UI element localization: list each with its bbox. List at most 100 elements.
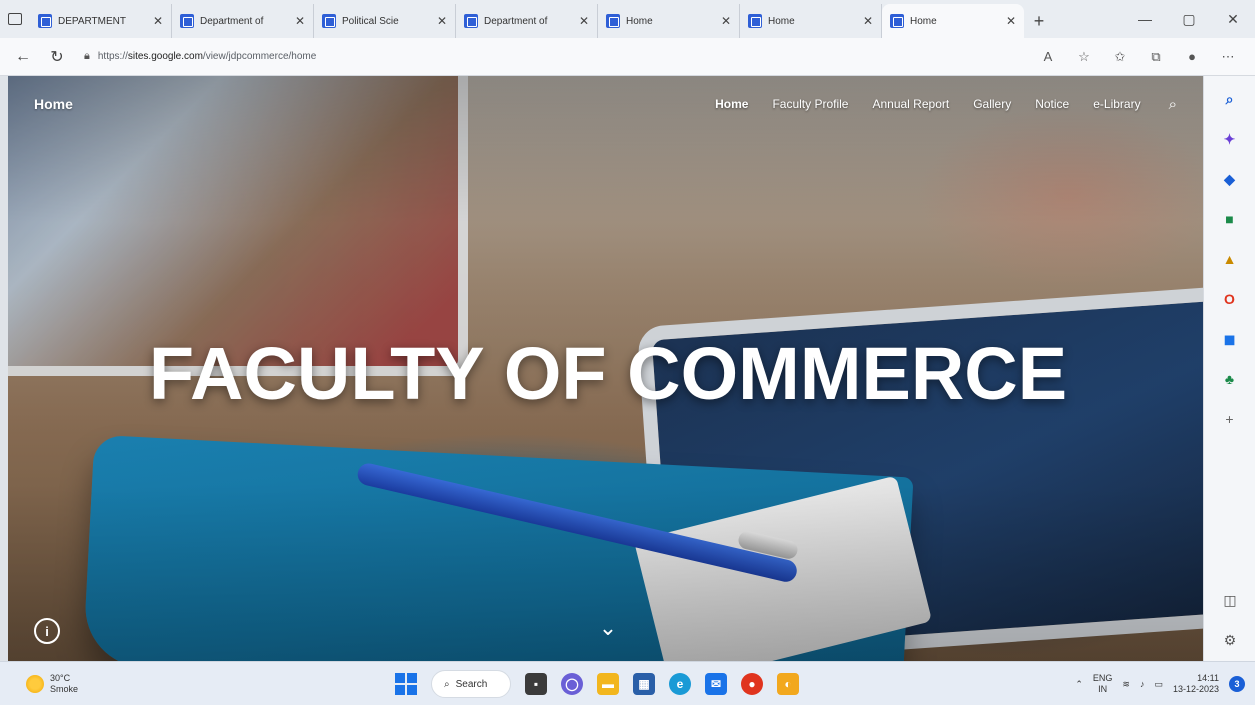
maximize-icon[interactable]: ▢: [1167, 0, 1211, 38]
more-icon[interactable]: ⋯: [1217, 46, 1239, 68]
refresh-icon[interactable]: ↻: [44, 44, 70, 70]
back-icon[interactable]: ←: [10, 44, 36, 70]
browser-tab[interactable]: Home ✕: [740, 4, 882, 38]
info-icon[interactable]: i: [34, 618, 60, 644]
sidebar-bottom: ◫ ⚙: [1204, 589, 1255, 651]
clock-date: 13-12-2023: [1172, 684, 1219, 694]
outlook-icon[interactable]: ◼: [1219, 328, 1241, 350]
language-indicator[interactable]: ENG IN: [1093, 673, 1113, 695]
search-icon[interactable]: ⌕: [1169, 96, 1177, 113]
close-window-icon[interactable]: ✕: [1211, 0, 1255, 38]
tab-title: Home: [626, 15, 653, 27]
store-icon[interactable]: ▦: [633, 673, 655, 695]
add-icon[interactable]: +: [1219, 408, 1241, 430]
tools-icon[interactable]: ■: [1219, 208, 1241, 230]
nav-link-home[interactable]: Home: [715, 97, 748, 111]
browser-tab[interactable]: DEPARTMENT ✕: [30, 4, 172, 38]
browser-tab[interactable]: Department of ✕: [172, 4, 314, 38]
language-top: ENG: [1092, 673, 1113, 683]
new-tab-button[interactable]: +: [1024, 4, 1054, 38]
windows-taskbar: 30°C Smoke ⌕ Search ▪ ◯ ▬ ▦ e ✉ ● ◐ ⌃ EN…: [0, 661, 1255, 705]
profile-icon[interactable]: ●: [1181, 46, 1203, 68]
nav-link-annual-report[interactable]: Annual Report: [872, 97, 949, 111]
shopping-icon[interactable]: ◆: [1219, 168, 1241, 190]
favorites-icon[interactable]: ✩: [1109, 46, 1131, 68]
system-tray: ⌃ ENG IN ≋ ♪ ▭ 14:11 13-12-2023 3: [1075, 668, 1245, 700]
clock-time: 14:11: [1197, 673, 1219, 683]
edge-icon[interactable]: e: [669, 673, 691, 695]
tree-icon[interactable]: ♣: [1219, 368, 1241, 390]
tab-title: Department of: [200, 15, 264, 27]
weather-temp: 30°C: [50, 672, 71, 683]
hero-title: FACULTY OF COMMERCE: [148, 332, 1068, 415]
start-icon[interactable]: [395, 673, 417, 695]
close-tab-icon[interactable]: ✕: [437, 14, 447, 28]
volume-icon[interactable]: ♪: [1140, 679, 1145, 689]
copilot-icon[interactable]: ✦: [1219, 128, 1241, 150]
battery-icon[interactable]: ▭: [1154, 679, 1163, 690]
browser-tab[interactable]: Political Scie ✕: [314, 4, 456, 38]
close-tab-icon[interactable]: ✕: [295, 14, 305, 28]
url-path: /view/jdpcommerce/home: [202, 51, 317, 62]
mail-icon[interactable]: ✉: [705, 673, 727, 695]
search-icon[interactable]: ⌕: [1219, 88, 1241, 110]
chevron-up-icon[interactable]: ⌃: [1075, 679, 1083, 690]
taskbar-search-label: Search: [455, 678, 488, 690]
read-aloud-icon[interactable]: A: [1037, 46, 1059, 68]
games-icon[interactable]: ▲: [1219, 248, 1241, 270]
chevron-down-icon[interactable]: ⌄: [593, 615, 623, 640]
tab-actions-icon: [8, 13, 22, 25]
window-controls: — ▢ ✕: [1123, 0, 1255, 38]
url-field[interactable]: 🔒︎ https://sites.google.com/view/jdpcomm…: [78, 44, 1029, 70]
notification-badge[interactable]: 3: [1229, 676, 1245, 692]
tab-title: Political Scie: [342, 15, 399, 27]
sidebar-layout-icon[interactable]: ◫: [1219, 589, 1241, 611]
google-sites-icon: [890, 14, 904, 28]
language-bottom: IN: [1098, 684, 1108, 694]
url-prefix: https://: [97, 51, 128, 62]
taskbar-search[interactable]: ⌕ Search: [431, 670, 511, 698]
weather-widget[interactable]: 30°C Smoke: [0, 673, 200, 695]
tab-actions-button[interactable]: [0, 0, 30, 38]
app-icon[interactable]: ◐: [777, 673, 799, 695]
close-tab-icon[interactable]: ✕: [721, 14, 731, 28]
task-view-icon[interactable]: ▪: [525, 673, 547, 695]
google-sites-icon: [748, 14, 762, 28]
nav-link-faculty-profile[interactable]: Faculty Profile: [772, 97, 848, 111]
url-host: sites.google.com: [127, 51, 203, 62]
browser-toolbar: A ☆ ✩ ⧉ ● ⋯: [1037, 46, 1239, 68]
chrome-icon[interactable]: ●: [741, 673, 763, 695]
minimize-icon[interactable]: —: [1123, 0, 1167, 38]
wifi-icon[interactable]: ≋: [1122, 679, 1130, 690]
site-info-icon[interactable]: 🔒︎: [84, 50, 90, 63]
close-tab-icon[interactable]: ✕: [1006, 14, 1016, 28]
nav-link-e-library[interactable]: e-Library: [1093, 97, 1140, 111]
close-tab-icon[interactable]: ✕: [579, 14, 589, 28]
close-tab-icon[interactable]: ✕: [153, 14, 163, 28]
close-tab-icon[interactable]: ✕: [863, 14, 873, 28]
clock[interactable]: 14:11 13-12-2023: [1173, 673, 1219, 695]
browser-tab[interactable]: Home ✕: [598, 4, 740, 38]
site-title[interactable]: Home: [34, 96, 73, 112]
nav-link-gallery[interactable]: Gallery: [973, 97, 1011, 111]
weather-text: 30°C Smoke: [50, 673, 78, 695]
tab-title: Department of: [484, 15, 548, 27]
google-sites-icon: [38, 14, 52, 28]
office-icon[interactable]: O: [1219, 288, 1241, 310]
settings-icon[interactable]: ⚙: [1219, 629, 1241, 651]
file-explorer-icon[interactable]: ▬: [597, 673, 619, 695]
browser-tab-active[interactable]: Home ✕: [882, 4, 1024, 38]
weather-desc: Smoke: [50, 683, 79, 694]
google-sites-icon: [322, 14, 336, 28]
collections-icon[interactable]: ⧉: [1145, 46, 1167, 68]
google-sites-icon: [180, 14, 194, 28]
chat-icon[interactable]: ◯: [561, 673, 583, 695]
browser-tab[interactable]: Department of ✕: [456, 4, 598, 38]
search-icon: ⌕: [444, 678, 450, 690]
weather-icon: [26, 674, 44, 693]
site-nav: Home Faculty Profile Annual Report Galle…: [715, 96, 1177, 113]
address-bar-row: ← ↻ 🔒︎ https://sites.google.com/view/jdp…: [0, 38, 1255, 76]
nav-link-notice[interactable]: Notice: [1035, 97, 1069, 111]
url-text: https://sites.google.com/view/jdpcommerc…: [98, 51, 316, 62]
favorite-icon[interactable]: ☆: [1073, 46, 1095, 68]
